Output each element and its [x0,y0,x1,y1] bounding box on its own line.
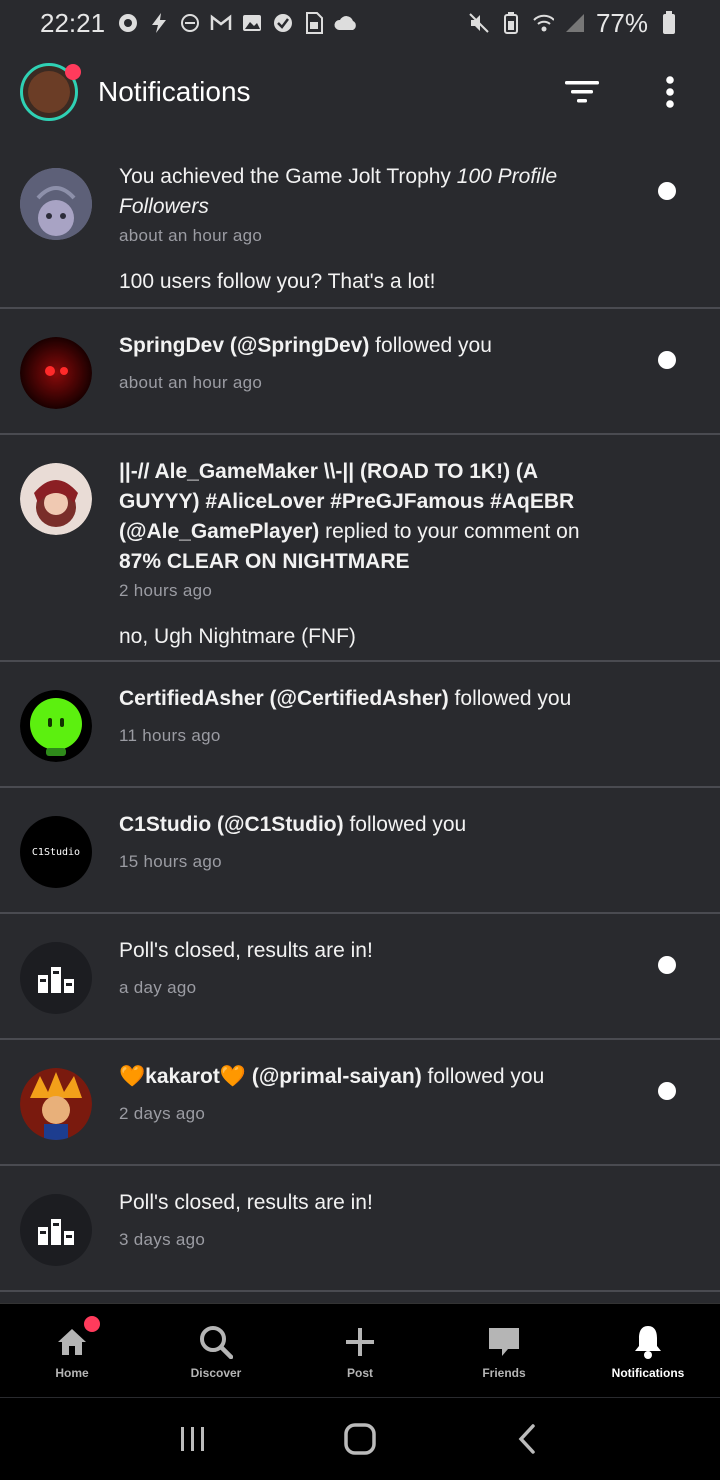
notification-text: ||-// Ale_GameMaker \\-|| (ROAD TO 1K!) … [119,460,580,573]
notification-text: C1Studio (@C1Studio) followed you [119,813,467,836]
unread-indicator [658,351,676,369]
check-icon [272,12,294,34]
certifiedasher-avatar [20,690,92,762]
springdev-avatar [20,337,92,409]
notification-message: 100 users follow you? That's a lot! [119,270,436,293]
filter-icon[interactable] [564,74,600,110]
gallery-icon [241,12,263,34]
status-bar: 22:21 77% [0,0,720,46]
status-notification-icons [117,12,356,34]
gmail-icon [210,12,232,34]
notification-item[interactable]: Poll's closed, results are in! 3 days ag… [0,1166,720,1292]
search-icon [200,1325,233,1359]
ale-avatar [20,463,92,535]
notification-time: a day ago [119,978,197,997]
unread-indicator [658,182,676,200]
notification-text: CertifiedAsher (@CertifiedAsher) followe… [119,687,572,710]
poll-results-icon [20,942,92,1014]
notification-user[interactable]: SpringDev (@SpringDev) [119,334,369,357]
mute-icon [468,12,490,34]
notification-user[interactable]: C1Studio (@C1Studio) [119,813,344,836]
home-circle-icon [344,1423,376,1455]
notification-item[interactable]: C1Studio C1Studio (@C1Studio) followed y… [0,788,720,914]
bell-icon [635,1325,661,1359]
nav-home[interactable]: Home [0,1304,144,1397]
notification-item[interactable]: You achieved the Game Jolt Trophy 100 Pr… [0,140,720,309]
notification-text: SpringDev (@SpringDev) followed you [119,334,492,357]
notification-item[interactable]: CertifiedAsher (@CertifiedAsher) followe… [0,662,720,788]
avatar-badge [65,64,81,80]
nav-notifications[interactable]: Notifications [576,1304,720,1397]
nav-notifications-label: Notifications [611,1365,685,1380]
unread-indicator [658,1082,676,1100]
signal-icon [564,12,586,34]
user-avatar[interactable] [20,63,81,121]
plus-icon [346,1327,374,1356]
notification-time: 15 hours ago [119,852,222,871]
more-options-icon[interactable] [652,74,688,110]
notification-text: Poll's closed, results are in! [119,1191,373,1214]
home-system-button[interactable] [330,1409,390,1469]
notification-message: no, Ugh Nightmare (FNF) [119,625,356,648]
nav-post-label: Post [346,1365,373,1380]
flash-icon [148,12,170,34]
nav-post[interactable]: Post [288,1304,432,1397]
app-header: Notifications [0,46,720,138]
notification-item[interactable]: Poll's closed, results are in! a day ago [0,914,720,1040]
notification-target[interactable]: 87% CLEAR ON NIGHTMARE [119,550,410,573]
nav-discover-label: Discover [190,1365,242,1380]
back-button[interactable] [497,1409,557,1469]
notification-list: You achieved the Game Jolt Trophy 100 Pr… [0,140,720,1292]
record-icon [117,12,139,34]
poll-results-icon [20,1194,92,1266]
recents-icon [181,1427,205,1451]
notification-time: about an hour ago [119,373,263,392]
nav-home-label: Home [55,1365,89,1380]
notification-time: about an hour ago [119,226,263,245]
trophy-avatar [20,168,92,240]
battery-percent: 77% [595,7,648,38]
notification-time: 3 days ago [119,1230,206,1249]
sim-icon [303,12,325,34]
notification-text: Poll's closed, results are in! [119,939,373,962]
avatar-image [28,71,70,113]
nav-friends[interactable]: Friends [432,1304,576,1397]
back-icon [518,1424,535,1454]
notification-item[interactable]: 🧡kakarot🧡 (@primal-saiyan) followed you … [0,1040,720,1166]
battery-saver-icon [500,12,522,34]
notification-text: 🧡kakarot🧡 (@primal-saiyan) followed you [119,1065,545,1088]
notification-user[interactable]: 🧡kakarot🧡 (@primal-saiyan) [119,1065,422,1088]
notification-time: 11 hours ago [119,726,221,745]
notification-item[interactable]: SpringDev (@SpringDev) followed you abou… [0,309,720,435]
battery-icon [658,11,680,34]
cloud-icon [334,12,356,34]
home-icon [58,1328,86,1355]
page-title: Notifications [98,76,251,107]
nav-discover[interactable]: Discover [144,1304,288,1397]
notification-time: 2 days ago [119,1104,206,1123]
system-navigation [0,1398,720,1480]
status-system-icons: 77% [468,8,680,39]
dnd-icon [179,12,201,34]
bottom-navigation: Home Discover Post Friends Notifications [0,1303,720,1397]
c1studio-avatar: C1Studio [20,816,92,888]
notification-time: 2 hours ago [119,581,213,600]
kakarot-avatar [20,1068,92,1140]
nav-friends-label: Friends [482,1365,526,1380]
status-time: 22:21 [40,7,106,38]
home-badge [84,1315,100,1332]
notification-text: You achieved the Game Jolt Trophy 100 Pr… [119,165,558,218]
notification-user[interactable]: CertifiedAsher (@CertifiedAsher) [119,687,449,710]
recents-button[interactable] [163,1409,223,1469]
unread-indicator [658,956,676,974]
wifi-icon [532,12,554,34]
chat-icon [489,1327,519,1356]
notification-item[interactable]: ||-// Ale_GameMaker \\-|| (ROAD TO 1K!) … [0,435,720,662]
